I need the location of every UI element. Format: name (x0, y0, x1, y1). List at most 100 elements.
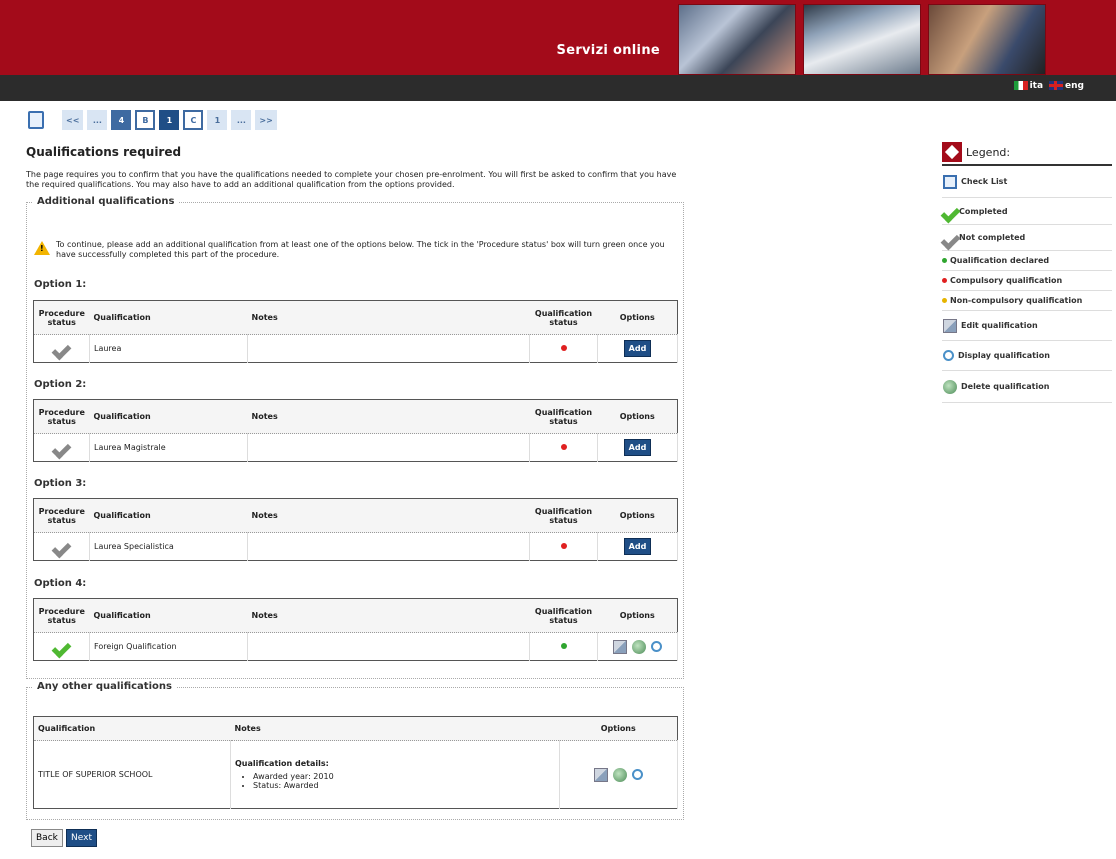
add-qualification-button[interactable]: Add (623, 340, 652, 357)
checklist-icon[interactable] (28, 111, 44, 129)
breadcrumb-last[interactable]: >> (255, 110, 277, 130)
not-completed-tick-icon (942, 231, 956, 245)
legend-label: Check List (961, 177, 1008, 186)
not-completed-tick-icon (53, 341, 71, 355)
other-qualifications-legend: Any other qualifications (33, 681, 176, 692)
site-title: Servizi online (556, 43, 660, 58)
option-title: Option 2: (34, 379, 87, 390)
lang-it-label: ita (1029, 81, 1044, 91)
header-banner: Servizi online (0, 0, 1116, 75)
delete-qualification-icon (943, 379, 957, 394)
top-bar: ita eng (0, 75, 1116, 101)
legend-item: Delete qualification (942, 371, 1112, 403)
compulsory-dot-icon (942, 278, 947, 283)
edit-qualification-icon (943, 318, 957, 333)
table-row: TITLE OF SUPERIOR SCHOOL Qualification d… (33, 740, 678, 809)
col-notes: Notes (247, 498, 530, 533)
col-qualification: Qualification (33, 716, 231, 741)
warning-message: ! To continue, please add an additional … (34, 240, 674, 260)
col-qualification: Qualification (89, 598, 248, 633)
table-row: Foreign Qualification (33, 632, 678, 661)
legend-label: Display qualification (958, 351, 1050, 360)
col-procedure-status: Procedure status (33, 598, 90, 633)
option-title: Option 3: (34, 478, 87, 489)
legend-item: Not completed (942, 225, 1112, 251)
legend-label: Non-compulsory qualification (950, 296, 1083, 305)
qualification-status: Status: Awarded (253, 781, 555, 790)
edit-qualification-icon[interactable] (613, 639, 628, 654)
legend-title: Legend: (966, 145, 1011, 159)
breadcrumb-current-step: 1 (159, 110, 180, 130)
col-qualification-status: Qualification status (529, 300, 598, 335)
legend-header: Legend: (942, 140, 1112, 166)
col-options: Options (597, 598, 678, 633)
legend-item: Edit qualification (942, 311, 1112, 341)
breadcrumb-step[interactable]: B (135, 110, 156, 130)
details-title: Qualification details: (235, 759, 329, 768)
table-row: Laurea Specialistica Add (33, 532, 678, 561)
lang-en-label: eng (1065, 81, 1084, 91)
col-qualification: Qualification (89, 399, 248, 434)
notes-cell (247, 433, 530, 462)
qualification-name: Laurea Specialistica (89, 532, 248, 561)
notes-cell: Qualification details: Awarded year: 201… (230, 740, 560, 809)
legend-item: Qualification declared (942, 251, 1112, 271)
add-qualification-button[interactable]: Add (623, 439, 652, 456)
not-completed-tick-icon (53, 539, 71, 553)
header-photo (678, 4, 796, 75)
table-row: Laurea Add (33, 334, 678, 363)
option-table: Procedure status Qualification Notes Qua… (33, 300, 678, 363)
back-button[interactable]: Back (31, 829, 63, 847)
delete-qualification-icon[interactable] (613, 767, 627, 782)
col-options: Options (559, 716, 678, 741)
header-photo (928, 4, 1046, 75)
option-title: Option 4: (34, 578, 87, 589)
next-button[interactable]: Next (66, 829, 97, 847)
english-flag-icon (1049, 81, 1064, 90)
col-notes: Notes (230, 716, 560, 741)
legend-item: Completed (942, 198, 1112, 225)
lang-en-link[interactable]: eng (1049, 81, 1084, 91)
col-procedure-status: Procedure status (33, 399, 90, 434)
option-title: Option 1: (34, 279, 87, 290)
display-qualification-icon[interactable] (631, 769, 643, 780)
legend-item: Non-compulsory qualification (942, 291, 1112, 311)
pin-icon (942, 142, 962, 162)
col-options: Options (597, 399, 678, 434)
breadcrumb-step[interactable]: 4 (111, 110, 132, 130)
breadcrumb: << ... 4 B 1 C 1 ... >> (28, 110, 277, 130)
edit-qualification-icon[interactable] (594, 767, 609, 782)
add-qualification-button[interactable]: Add (623, 538, 652, 555)
not-completed-tick-icon (53, 440, 71, 454)
breadcrumb-first[interactable]: << (62, 110, 84, 130)
breadcrumb-step[interactable]: 1 (207, 110, 228, 130)
compulsory-dot-icon (560, 543, 567, 549)
completed-tick-icon (53, 639, 71, 653)
col-notes: Notes (247, 300, 530, 335)
col-notes: Notes (247, 399, 530, 434)
col-qualification-status: Qualification status (529, 598, 598, 633)
awarded-year: Awarded year: 2010 (253, 772, 555, 781)
delete-qualification-icon[interactable] (632, 639, 646, 654)
legend-label: Qualification declared (950, 256, 1050, 265)
display-qualification-icon[interactable] (650, 641, 662, 652)
non-compulsory-dot-icon (942, 298, 947, 303)
header-photo (803, 4, 921, 75)
checklist-icon (943, 174, 957, 189)
additional-qualifications-legend: Additional qualifications (33, 196, 179, 207)
compulsory-dot-icon (560, 345, 567, 351)
display-qualification-icon (943, 350, 954, 361)
legend-item: Display qualification (942, 341, 1112, 371)
col-notes: Notes (247, 598, 530, 633)
compulsory-dot-icon (560, 444, 567, 450)
page-title: Qualifications required (26, 145, 182, 159)
intro-text: The page requires you to confirm that yo… (26, 170, 677, 189)
declared-dot-icon (942, 258, 947, 263)
legend-panel: Legend: Check List Completed Not complet… (942, 140, 1112, 403)
completed-tick-icon (942, 204, 956, 218)
lang-it-link[interactable]: ita (1013, 81, 1044, 91)
notes-cell (247, 334, 530, 363)
breadcrumb-step[interactable]: C (183, 110, 204, 130)
table-row: Laurea Magistrale Add (33, 433, 678, 462)
col-procedure-status: Procedure status (33, 300, 90, 335)
